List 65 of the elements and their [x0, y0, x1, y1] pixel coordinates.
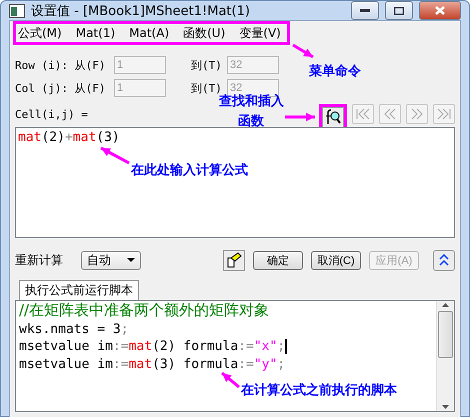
- forward-icon: [410, 108, 424, 120]
- menu-item[interactable]: 公式(M): [18, 24, 62, 42]
- script-button[interactable]: [223, 250, 245, 270]
- menu-item[interactable]: 函数(U): [183, 24, 226, 42]
- dialog-button[interactable]: 确定: [253, 250, 303, 270]
- scroll-up-icon: [442, 303, 449, 307]
- range-label: 到(T): [191, 80, 222, 94]
- arrow-icon: [221, 372, 240, 388]
- menu-item[interactable]: Mat(1): [76, 26, 116, 40]
- annotation-label: 在此处输入计算公式: [131, 162, 248, 180]
- dialog-button[interactable]: 取消(C): [311, 250, 361, 270]
- code-token: :=: [238, 339, 254, 354]
- scrollbar[interactable]: [436, 301, 454, 411]
- code-comment: //在矩阵表中准备两个额外的矩阵对象: [19, 301, 270, 319]
- range-label: Row (i): 从(F): [15, 58, 106, 72]
- minimize-icon: [360, 8, 370, 12]
- maximize-button[interactable]: [385, 1, 413, 20]
- cell-label: Cell(i,j) =: [15, 108, 88, 120]
- code-token: ;: [120, 322, 129, 336]
- code-token: msetvalue im: [19, 339, 113, 354]
- range-label: 到(T): [191, 58, 223, 72]
- code-token: (3) formula: [152, 356, 238, 372]
- arrow-icon: [285, 112, 315, 122]
- code-token: mat: [18, 130, 42, 145]
- maximize-icon: [394, 6, 404, 14]
- code-token: mat: [128, 356, 152, 372]
- code-token: mat: [128, 339, 152, 354]
- code-token: ;: [277, 339, 286, 354]
- range-label: Col (j): 从(F): [15, 80, 106, 96]
- window-title: 设置值 - [MBook1]MSheet1!Mat(1): [31, 2, 251, 20]
- chevron-up-icon: [439, 254, 449, 266]
- app-icon: [9, 4, 25, 18]
- code-token: :=: [238, 356, 254, 372]
- minimize-button[interactable]: [351, 1, 379, 20]
- forward-icon: [437, 108, 451, 120]
- arrow-icon: [292, 44, 314, 58]
- code-token: "x": [254, 339, 278, 354]
- recalculate-dropdown[interactable]: 自动: [81, 250, 141, 270]
- code-token: (2): [41, 130, 65, 145]
- collapse-button[interactable]: [433, 250, 455, 270]
- recalculate-label: 重新计算: [15, 252, 63, 268]
- rewind-icon: [383, 108, 397, 120]
- rewind-icon: [356, 108, 370, 120]
- code-token: msetvalue im: [19, 356, 113, 372]
- code-token: ;: [277, 356, 286, 372]
- code-token: (3): [96, 130, 120, 145]
- close-button[interactable]: [419, 1, 461, 20]
- function-search-icon: [325, 109, 341, 125]
- annotation-label: 菜单命令: [309, 63, 361, 81]
- code-token: wks.nmats = 3: [19, 322, 121, 336]
- arrow-icon: [100, 146, 130, 164]
- close-icon: [435, 6, 445, 15]
- code-token: "y": [254, 356, 278, 372]
- code-token: +: [64, 130, 73, 145]
- annotation-label: 在计算公式之前执行的脚本: [241, 382, 397, 400]
- menu-item[interactable]: 变量(V): [239, 24, 281, 42]
- dropdown-caret-icon: [127, 258, 135, 262]
- code-token: :=: [112, 356, 129, 372]
- text-cursor: [285, 338, 288, 354]
- code-token: :=: [112, 339, 129, 354]
- code-token: (2) formula: [152, 339, 238, 354]
- scroll-down-icon: [442, 405, 449, 409]
- menu-item[interactable]: Mat(A): [129, 26, 170, 40]
- code-token: mat: [72, 130, 96, 145]
- tab[interactable]: 执行公式前运行脚本: [19, 280, 139, 300]
